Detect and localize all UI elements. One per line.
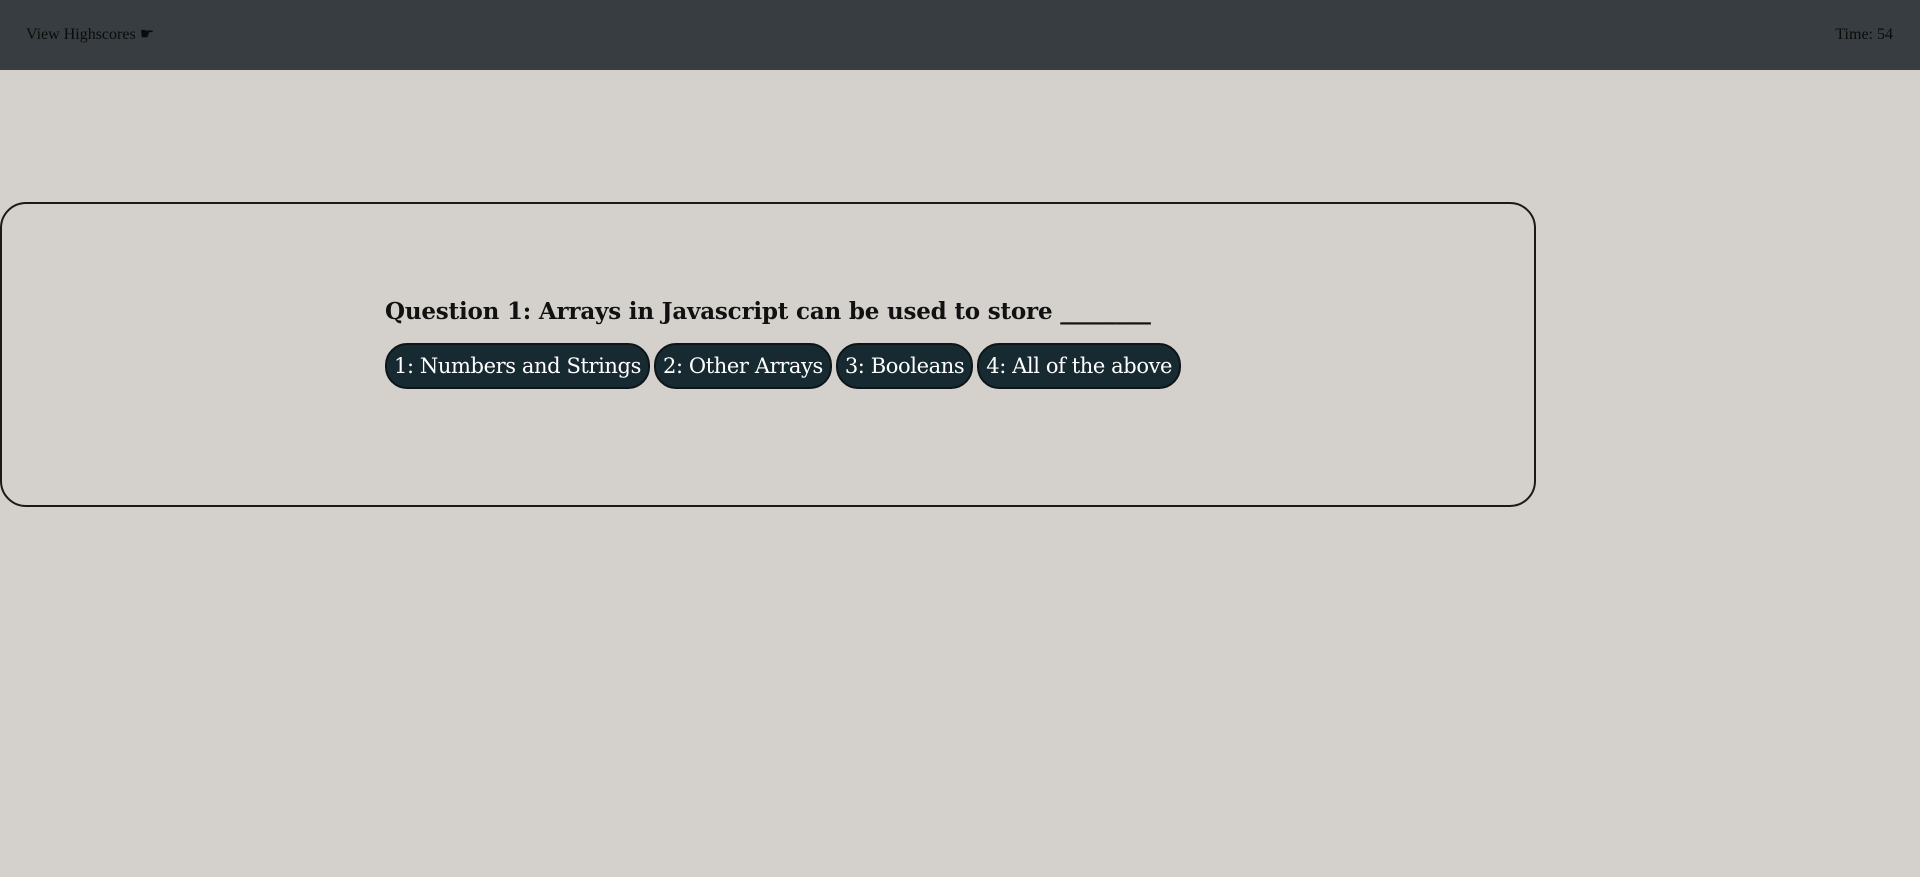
timer-value: 54 <box>1877 26 1893 43</box>
top-bar: View Highscores ☛ Time: 54 <box>0 0 1920 70</box>
quiz-content: Question 1: Arrays in Javascript can be … <box>385 298 1182 389</box>
answer-button-1[interactable]: 1: Numbers and Strings <box>385 343 650 389</box>
answer-list: 1: Numbers and Strings 2: Other Arrays 3… <box>385 343 1182 389</box>
timer: Time: 54 <box>1835 26 1893 44</box>
answer-button-2[interactable]: 2: Other Arrays <box>653 343 832 389</box>
pointing-hand-icon: ☛ <box>139 26 155 43</box>
answer-button-3[interactable]: 3: Booleans <box>835 343 974 389</box>
view-highscores-label: View Highscores <box>26 26 136 43</box>
timer-label: Time: <box>1835 26 1873 43</box>
quiz-card: Question 1: Arrays in Javascript can be … <box>0 202 1536 507</box>
question-text: Question 1: Arrays in Javascript can be … <box>385 298 1151 325</box>
view-highscores-link[interactable]: View Highscores ☛ <box>26 26 154 44</box>
answer-button-4[interactable]: 4: All of the above <box>977 343 1182 389</box>
